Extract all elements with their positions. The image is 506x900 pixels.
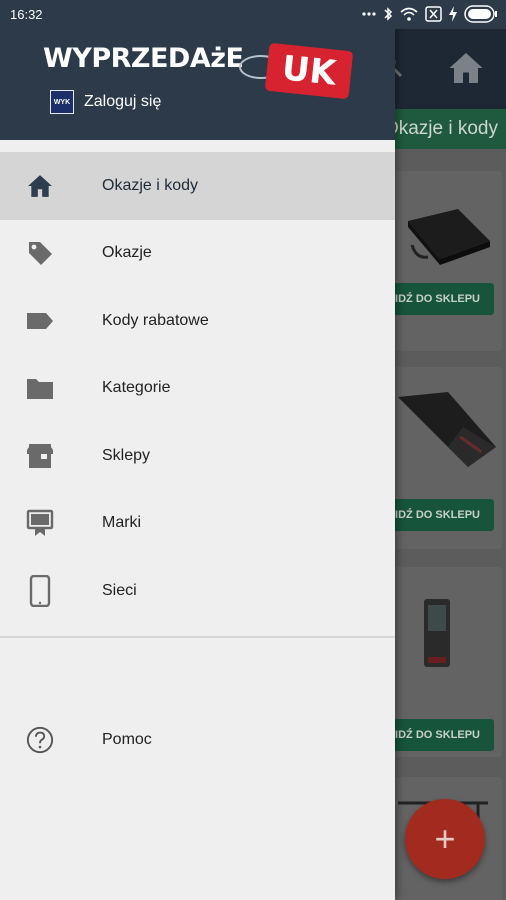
drawer-menu: Okazje i kody Okazje Kody rabatowe Kateg… (0, 152, 395, 625)
menu-item-sieci[interactable]: Sieci (0, 557, 395, 625)
folder-icon (26, 374, 54, 402)
brand-icon (26, 509, 54, 537)
menu-item-label: Kategorie (102, 379, 171, 397)
dots-icon (362, 12, 376, 16)
menu-item-label: Kody rabatowe (102, 311, 209, 329)
sim-x-icon (425, 6, 442, 22)
tag-icon (26, 239, 54, 267)
charging-icon (449, 6, 457, 22)
menu-item-okazje[interactable]: Okazje (0, 220, 395, 288)
deal-card[interactable]: IDŹ DO SKLEPU (378, 171, 502, 351)
avatar: WYK (50, 90, 74, 114)
help-label: Pomoc (102, 730, 152, 748)
go-to-shop-button[interactable]: IDŹ DO SKLEPU (378, 283, 494, 315)
bluetooth-icon (383, 6, 393, 22)
label-icon (26, 307, 54, 335)
menu-item-kody-rabatowe[interactable]: Kody rabatowe (0, 287, 395, 355)
help-icon (26, 726, 54, 754)
home-icon[interactable] (448, 51, 484, 90)
drawer-header: WYPRZEDAżE UK WYK Zaloguj się (0, 29, 395, 140)
menu-item-pomoc[interactable]: Pomoc (0, 706, 395, 773)
phone-icon (26, 574, 54, 607)
menu-item-marki[interactable]: Marki (0, 490, 395, 558)
status-time: 16:32 (10, 7, 43, 22)
menu-item-kategorie[interactable]: Kategorie (0, 355, 395, 423)
menu-item-label: Okazje (102, 244, 152, 262)
menu-item-label: Sklepy (102, 446, 151, 464)
go-to-shop-button[interactable]: IDŹ DO SKLEPU (378, 719, 494, 751)
wifi-icon (400, 7, 418, 21)
menu-item-label: Marki (102, 514, 142, 532)
store-icon (26, 442, 54, 470)
menu-item-okazje-i-kody[interactable]: Okazje i kody (0, 152, 395, 220)
menu-item-sklepy[interactable]: Sklepy (0, 422, 395, 490)
status-bar: 16:32 (0, 0, 506, 29)
laser-meter-image (424, 599, 450, 667)
logo-badge: UK (264, 42, 354, 100)
logo-text: WYPRZEDAżE (43, 43, 244, 74)
login-label: Zaloguj się (84, 93, 162, 110)
tab-title: Okazje i kody (383, 118, 498, 139)
menu-divider (0, 636, 395, 638)
navigation-drawer: WYPRZEDAżE UK WYK Zaloguj się Okazje i k… (0, 0, 395, 900)
status-icons (362, 4, 498, 24)
usb-stick-image (398, 392, 496, 467)
battery-icon (464, 5, 498, 23)
home-icon (26, 172, 54, 200)
deal-card[interactable]: IDŹ DO SKLEPU (378, 567, 502, 757)
deal-card[interactable]: IDŹ DO SKLEPU (378, 367, 502, 549)
menu-item-label: Sieci (102, 581, 137, 599)
add-fab-button[interactable]: + (405, 799, 485, 879)
menu-item-label: Okazje i kody (102, 176, 199, 194)
plus-icon: + (434, 818, 456, 859)
login-link[interactable]: WYK Zaloguj się (50, 90, 161, 114)
go-to-shop-button[interactable]: IDŹ DO SKLEPU (378, 499, 494, 531)
external-drive-image (408, 209, 490, 265)
